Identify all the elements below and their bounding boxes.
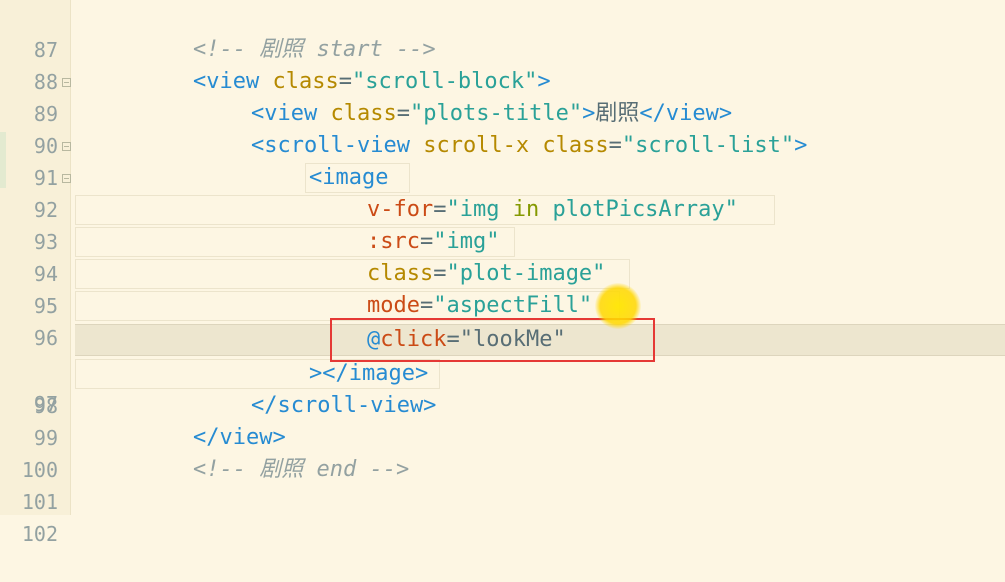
tag-close: > [582, 101, 596, 126]
attr-value: "aspectFill" [433, 293, 593, 318]
code-line-88[interactable]: 88 <!-- 剧照 start --> [0, 34, 1005, 94]
tag-end: </view> [639, 101, 733, 126]
attr-name: class [542, 133, 609, 158]
fold-toggle-icon[interactable] [62, 174, 71, 183]
code-content: class="plot-image" [367, 261, 606, 286]
attr-value: "scroll-block" [351, 69, 538, 94]
code-content: <view class="scroll-block"> [193, 69, 551, 94]
tag-end: </view> [193, 425, 286, 450]
attr-value: "plots-title" [409, 101, 583, 126]
keyword: in [512, 197, 540, 222]
tag-text: 剧照 [595, 101, 640, 126]
code-line-89[interactable]: 89 <view class="scroll-block"> [0, 66, 1005, 126]
mouse-cursor-highlight [595, 283, 641, 329]
code-line-94[interactable]: 94 :src="img" [0, 226, 1005, 286]
tag-open: <view [193, 69, 260, 94]
code-content: :src="img" [367, 229, 500, 254]
tag-close: ></image> [309, 361, 429, 386]
code-content: <scroll-view scroll-x class="scroll-list… [251, 133, 808, 158]
attr-name: class [367, 261, 434, 286]
code-line-87[interactable]: 87 [0, 2, 1005, 62]
html-comment: <!-- 剧照 end --> [193, 457, 410, 482]
tag-end: </scroll-view> [251, 393, 437, 418]
code-content: v-for="img in plotPicsArray" [367, 197, 738, 222]
attr-value: "scroll-list" [621, 133, 795, 158]
tag-close: > [794, 133, 808, 158]
fold-toggle-icon[interactable] [62, 142, 71, 151]
code-content: <view class="plots-title">剧照</view> [251, 101, 733, 126]
code-line-101[interactable]: 101 <!-- 剧照 end --> [0, 454, 1005, 514]
attr-name: mode [367, 293, 420, 318]
attr-name: v-for [367, 197, 434, 222]
tag-close: > [537, 69, 551, 94]
tag-open: <image [309, 165, 389, 190]
code-line-102[interactable]: 102 [0, 486, 1005, 546]
attr-value: "img" [433, 229, 500, 254]
attr-name: scroll-x [423, 133, 530, 158]
attr-value: "plot-image" [446, 261, 606, 286]
code-content: <image [309, 162, 388, 194]
code-line-99[interactable]: 99 </scroll-view> [0, 390, 1005, 450]
code-line-90[interactable]: 90 <view class="plots-title">剧照</view> [0, 98, 1005, 158]
code-line-92[interactable]: 92 <image [0, 162, 1005, 222]
tag-open: <scroll-view [251, 133, 410, 158]
code-editor[interactable]: 87 88 <!-- 剧照 start --> 89 <view class="… [0, 0, 1005, 546]
html-comment: <!-- 剧照 start --> [193, 37, 436, 62]
code-line-93[interactable]: 93 v-for="img in plotPicsArray" [0, 194, 1005, 254]
attr-value: plotPicsArray" [552, 197, 738, 222]
code-line-95[interactable]: 95 class="plot-image" [0, 258, 1005, 318]
code-line-100[interactable]: 100 </view> [0, 422, 1005, 482]
code-line-98[interactable]: 98 ></image> [0, 358, 1005, 418]
line-number: 102 [21, 522, 58, 546]
fold-toggle-icon[interactable] [62, 78, 71, 87]
attr-name: :src [367, 229, 420, 254]
code-line-91[interactable]: 91 <scroll-view scroll-x class="scroll-l… [0, 130, 1005, 190]
attr-name: class [330, 101, 397, 126]
attr-value: "img [446, 197, 500, 222]
attr-name: class [272, 69, 339, 94]
tag-open: <view [251, 101, 318, 126]
